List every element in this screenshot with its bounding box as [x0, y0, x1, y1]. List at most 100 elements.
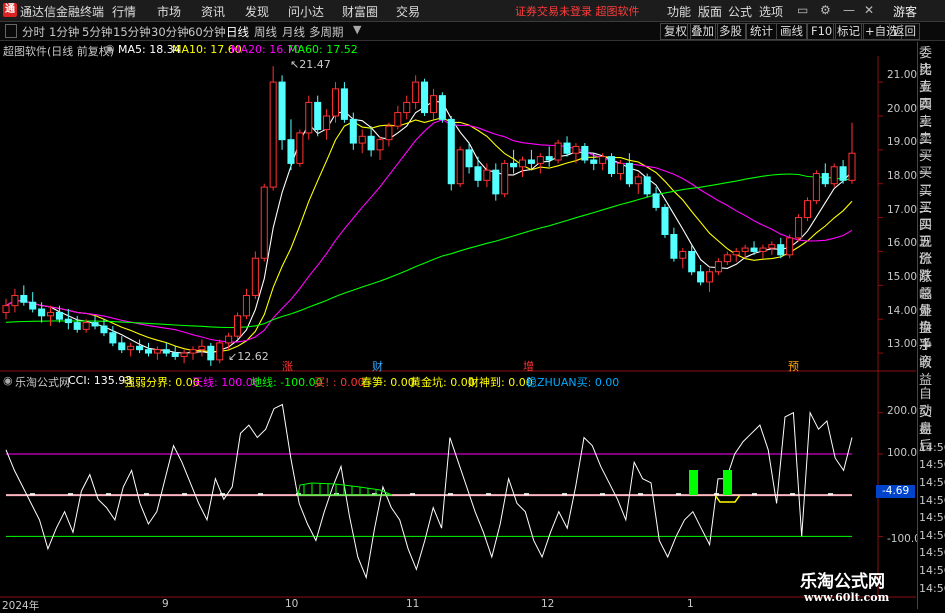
candle-body	[305, 101, 313, 134]
buy-signal-bar	[723, 470, 732, 495]
candle-body	[394, 112, 402, 127]
candle-body	[269, 81, 277, 188]
candle-body	[171, 352, 179, 357]
candle-body	[29, 301, 37, 310]
candle-body	[2, 305, 10, 313]
candle-body	[314, 101, 322, 131]
candle-body	[759, 247, 767, 252]
y-tick: 16.00	[887, 237, 918, 249]
candle-body	[661, 206, 669, 236]
candle-body	[714, 261, 722, 273]
candle-body	[634, 176, 642, 185]
trade-field-3: 14:56	[919, 440, 945, 454]
zero-line-dash	[258, 493, 263, 496]
ma-line-ma60	[5, 173, 853, 329]
x-tick: 11	[406, 598, 420, 610]
candle-body	[545, 156, 553, 161]
trade-field-8: 14:56	[919, 528, 945, 542]
candle-body	[64, 318, 72, 324]
signal-zone-hatch	[303, 484, 377, 495]
y-tick: 21.00	[887, 69, 918, 81]
candle-body	[38, 308, 46, 317]
main-price-axis	[878, 81, 883, 354]
candle-body	[91, 322, 99, 327]
candle-body	[830, 166, 838, 185]
zero-line-dash	[410, 493, 415, 496]
zero-line-dash	[448, 493, 453, 496]
candle-body	[287, 139, 295, 164]
y-tick: 20.00	[887, 103, 918, 115]
high-price-marker: ↖21.47	[290, 58, 331, 71]
event-marker-limit-up[interactable]: 涨	[282, 358, 293, 374]
candle-body	[403, 101, 411, 114]
moving-average-lines	[5, 100, 853, 354]
candle-body	[803, 200, 812, 219]
trade-field-4: 14:56	[919, 458, 945, 472]
candle-body	[180, 352, 188, 357]
zero-line-dash	[828, 493, 833, 496]
zero-line-dash	[676, 493, 681, 496]
candle-body	[429, 95, 437, 114]
y-tick: 13.00	[887, 338, 918, 350]
candle-body	[821, 173, 829, 185]
candle-body	[331, 88, 340, 117]
candle-body	[777, 244, 785, 256]
trade-field-9: 14:56	[919, 546, 945, 560]
x-tick: 12	[541, 598, 555, 610]
candle-body	[349, 118, 357, 144]
candle-body	[616, 162, 624, 175]
candle-body	[697, 271, 705, 283]
candle-body	[465, 149, 473, 168]
candle-body	[563, 142, 571, 154]
candle-body	[198, 345, 206, 351]
event-marker-forecast[interactable]: 预	[788, 358, 799, 374]
y-tick: 18.00	[887, 170, 918, 182]
candle-body	[260, 186, 268, 259]
candle-body	[189, 349, 197, 354]
zero-line-dash	[752, 493, 757, 496]
candle-body	[581, 145, 589, 161]
candle-body	[358, 135, 366, 144]
candle-body	[705, 271, 714, 283]
candle-body	[376, 139, 384, 151]
candle-body	[100, 325, 108, 334]
zero-line-dash	[562, 493, 567, 496]
ma-line-ma5	[5, 100, 853, 354]
buy-signal-bar	[689, 470, 698, 495]
candle-body	[216, 342, 224, 361]
chart-area[interactable]	[0, 0, 945, 609]
event-marker-financial[interactable]: 财	[372, 358, 383, 374]
low-price-value: 12.62	[237, 350, 269, 363]
x-tick: 10	[285, 598, 299, 610]
zero-line-dash	[638, 493, 643, 496]
candle-body	[421, 81, 429, 114]
candle-body	[438, 95, 446, 120]
candle-body	[679, 250, 687, 259]
candle-body	[242, 294, 250, 317]
candle-body	[848, 152, 856, 181]
candle-body	[590, 159, 598, 164]
watermark-title: 乐淘公式网	[800, 572, 885, 592]
candle-body	[536, 156, 544, 164]
x-tick: 9	[162, 598, 169, 610]
indicator-markers	[297, 470, 741, 503]
candle-body	[670, 234, 678, 259]
zero-line-dash	[144, 493, 149, 496]
candle-body	[109, 332, 117, 344]
current-value-badge: -4.69	[876, 485, 916, 498]
candle-body	[278, 81, 286, 141]
candle-body	[144, 349, 153, 354]
candle-body	[599, 156, 607, 164]
zero-line-dash	[182, 493, 187, 496]
ma-line-ma20	[5, 119, 853, 343]
event-marker-increase[interactable]: 增	[523, 358, 534, 374]
candle-body	[812, 173, 820, 202]
trade-field-10: 14:56	[919, 564, 945, 577]
low-price-marker: ↙12.62	[228, 350, 269, 363]
candle-body	[608, 156, 616, 175]
candle-body	[732, 250, 740, 256]
zero-line-dash	[486, 493, 491, 496]
candle-body	[385, 125, 393, 141]
y-tick: 15.00	[887, 271, 918, 283]
candle-body	[643, 176, 651, 195]
